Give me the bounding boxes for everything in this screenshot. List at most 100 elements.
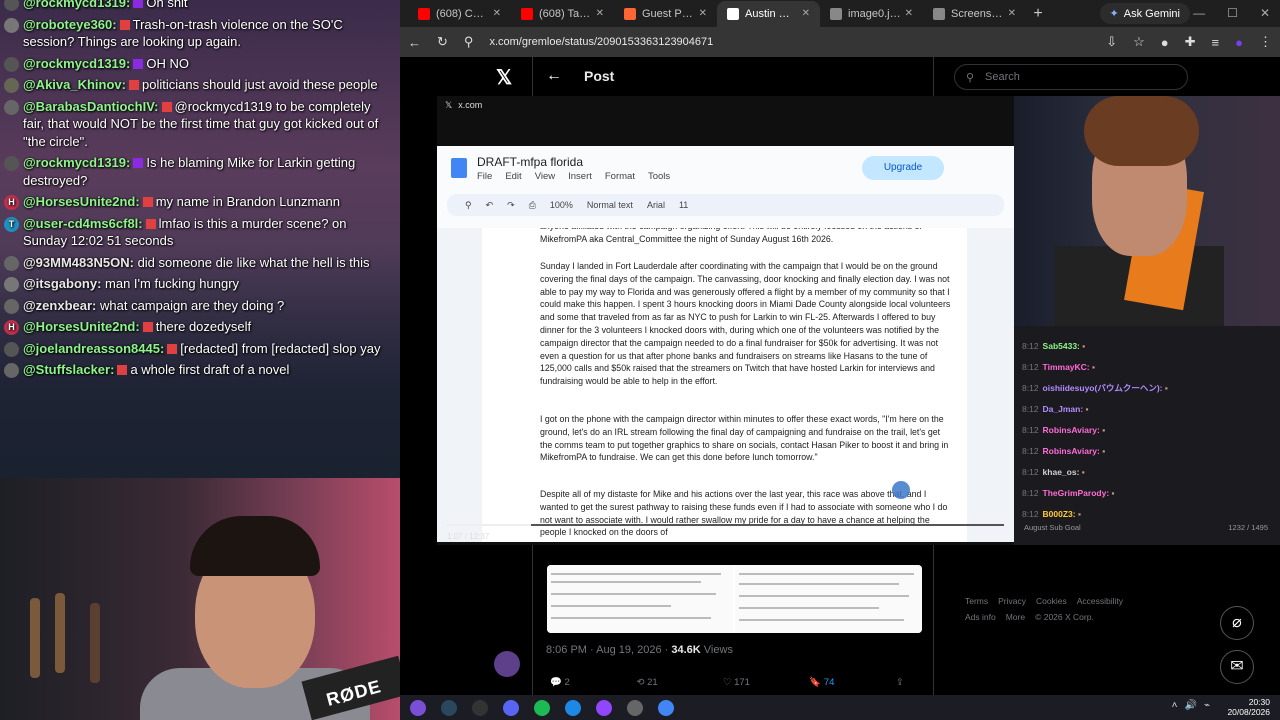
bookmark-button[interactable]: 🔖 74: [809, 677, 895, 688]
footer-link[interactable]: More: [1006, 612, 1025, 622]
browser-tab[interactable]: Guest Post: Exp ✕: [614, 1, 717, 27]
style-select[interactable]: Normal text: [587, 200, 633, 210]
search-input[interactable]: ⚲ Search: [954, 64, 1188, 90]
puzzle-icon[interactable]: ✚: [1185, 34, 1196, 50]
badge-icon: [133, 58, 144, 69]
spotify-icon[interactable]: [534, 699, 550, 716]
post-image[interactable]: [547, 565, 733, 633]
search-placeholder: Search: [985, 71, 1020, 83]
extension-icon[interactable]: ●: [1161, 35, 1169, 50]
tab-label: (608) Taylor Lor: [539, 7, 592, 20]
browser-tab[interactable]: (608) Chatting ✕: [408, 1, 511, 27]
chat-time: 8:12: [1022, 467, 1039, 477]
close-icon[interactable]: ✕: [1260, 6, 1270, 20]
badge-icon: [142, 197, 153, 207]
badge-icon: [119, 19, 130, 30]
reply-button[interactable]: 💬 2: [550, 677, 636, 688]
zoom-select[interactable]: 100%: [550, 200, 573, 210]
close-tab-icon[interactable]: ✕: [596, 8, 604, 19]
ask-gemini-button[interactable]: ✦ Ask Gemini: [1099, 3, 1190, 24]
grok-button[interactable]: ⌀: [1220, 606, 1254, 640]
new-tab-button[interactable]: +: [1026, 5, 1050, 23]
redo-icon[interactable]: ↷: [507, 200, 515, 211]
chat-message: T @user-cd4ms6cf8l: lmfao is this a murder…: [0, 213, 400, 252]
undo-icon[interactable]: ↶: [486, 200, 494, 211]
doc-menu-item[interactable]: Edit: [505, 171, 521, 182]
footer-link[interactable]: © 2026 X Corp.: [1035, 612, 1094, 622]
media-icon[interactable]: ≡: [1212, 35, 1220, 50]
close-tab-icon[interactable]: ✕: [802, 8, 810, 19]
doc-menu-item[interactable]: Insert: [568, 171, 592, 182]
chat-username: @rockmycd1319:: [23, 155, 131, 170]
footer-link[interactable]: Cookies: [1036, 596, 1067, 606]
chat-username: @roboteye360:: [23, 16, 117, 32]
steam-icon[interactable]: [441, 699, 457, 716]
chrome-icon[interactable]: [658, 699, 674, 716]
doc-menu-item[interactable]: Format: [605, 171, 635, 182]
x-logo[interactable]: 𝕏: [496, 65, 512, 90]
x-page: 𝕏 ← Post ⚲ Search 𝕏 x.com DRAFT-mfpa flo…: [400, 57, 1280, 695]
app-icon[interactable]: [565, 699, 581, 716]
print-icon[interactable]: ⎙: [529, 200, 536, 211]
twitch-icon[interactable]: [596, 699, 612, 716]
search-icon[interactable]: ⚲: [465, 200, 472, 211]
chevron-up-icon[interactable]: ˄: [1172, 700, 1178, 711]
maximize-icon[interactable]: ☐: [1227, 6, 1238, 20]
share-button[interactable]: ⇪: [896, 677, 925, 688]
footer-link[interactable]: Accessibility: [1077, 596, 1123, 606]
post-image[interactable]: [735, 565, 922, 633]
obs-icon[interactable]: [472, 699, 488, 716]
url-field[interactable]: x.com/gremloe/status/2090153363123904671: [489, 36, 1090, 48]
app-icon[interactable]: [410, 699, 426, 716]
minimize-icon[interactable]: —: [1193, 6, 1205, 20]
close-tab-icon[interactable]: ✕: [699, 8, 707, 19]
install-icon[interactable]: ⇩: [1106, 34, 1117, 50]
streamer-webcam: RØDE: [0, 478, 400, 720]
browser-tab[interactable]: image0.jpg (56 ✕: [820, 1, 923, 27]
browser-tab[interactable]: Austin Mac ✕: [717, 0, 820, 27]
doc-menu-item[interactable]: Tools: [648, 171, 670, 182]
bookmark-star-icon[interactable]: ☆: [1133, 34, 1145, 50]
avatar[interactable]: [494, 651, 520, 677]
emote-icon: ▪: [1083, 404, 1089, 414]
chat-message-list: @rockmycd1319: Oh shit @roboteye360: Trash-…: [0, 0, 400, 381]
footer-link[interactable]: Ads info: [965, 612, 996, 622]
browser-tab[interactable]: (608) Taylor Lor ✕: [511, 1, 614, 27]
upgrade-button[interactable]: Upgrade: [862, 156, 944, 180]
site-info-icon[interactable]: ⚲: [464, 34, 474, 50]
font-size-field[interactable]: 11: [679, 200, 688, 210]
avatar: [4, 255, 19, 271]
repost-button[interactable]: ⟲ 21: [636, 677, 722, 688]
video-player[interactable]: 𝕏 x.com DRAFT-mfpa florida File Edit View I…: [437, 96, 1014, 545]
app-icon[interactable]: [627, 699, 643, 716]
discord-icon[interactable]: [503, 699, 519, 716]
messages-button[interactable]: ✉: [1220, 650, 1254, 684]
footer-link[interactable]: Terms: [965, 596, 988, 606]
close-tab-icon[interactable]: ✕: [1008, 8, 1016, 19]
video-progress-bar[interactable]: [447, 524, 1004, 526]
profile-avatar[interactable]: ●: [1235, 35, 1243, 50]
back-arrow-icon[interactable]: ←: [546, 67, 562, 85]
close-tab-icon[interactable]: ✕: [905, 8, 913, 19]
clock[interactable]: 20:30 20/08/2026: [1227, 697, 1270, 717]
post-images[interactable]: [547, 565, 922, 633]
font-select[interactable]: Arial: [647, 200, 665, 210]
chat-text: Oh shit: [146, 0, 188, 10]
docs-icon: [451, 158, 467, 178]
network-icon[interactable]: ⌁: [1204, 700, 1210, 711]
browser-tab[interactable]: Screenshot_202 ✕: [923, 1, 1026, 27]
back-arrow-icon[interactable]: ←: [408, 35, 421, 50]
volume-icon[interactable]: 🔊: [1185, 700, 1197, 711]
avatar: [4, 298, 19, 314]
chat-username: @user-cd4ms6cf8l:: [23, 215, 143, 231]
doc-menu-item[interactable]: View: [535, 171, 555, 182]
reload-icon[interactable]: ↻: [437, 34, 448, 50]
menu-icon[interactable]: ⋮: [1259, 34, 1272, 50]
chat-text: did someone die like what the hell is th…: [137, 254, 370, 270]
doc-menu-item[interactable]: File: [477, 171, 492, 182]
avatar: [4, 99, 19, 115]
emote-icon: ▪: [1109, 488, 1115, 498]
footer-link[interactable]: Privacy: [998, 596, 1026, 606]
like-button[interactable]: ♡ 171: [723, 677, 809, 688]
close-tab-icon[interactable]: ✕: [493, 8, 501, 19]
